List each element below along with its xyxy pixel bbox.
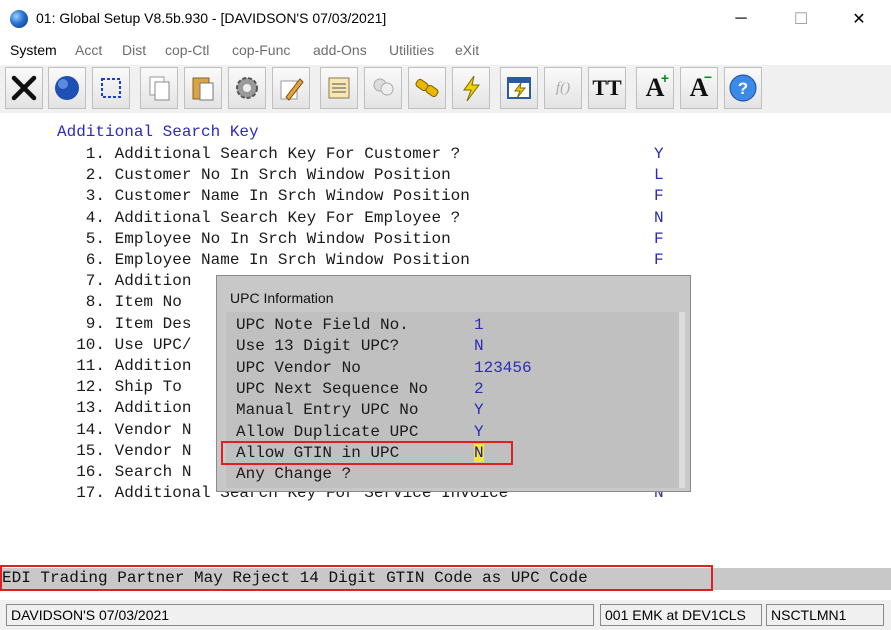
dialog-scrollbar[interactable] bbox=[679, 312, 685, 488]
window-title: 01: Global Setup V8.5b.930 - [DAVIDSON'S… bbox=[36, 10, 387, 26]
setting-line: 9. Item Des bbox=[57, 314, 192, 333]
maximize-button[interactable]: ☐ bbox=[778, 0, 824, 38]
close-x-icon[interactable] bbox=[5, 67, 43, 109]
menu-bar: System Acct Dist cop-Ctl cop-Func add-On… bbox=[0, 40, 891, 62]
setting-line: 16. Search N bbox=[57, 463, 192, 481]
minimize-button[interactable]: ─ bbox=[718, 0, 764, 38]
setting-value[interactable]: Y bbox=[654, 145, 664, 163]
setting-line: 2. Customer No In Srch Window Position bbox=[57, 166, 451, 185]
setting-line: 1. Additional Search Key For Customer ? bbox=[57, 145, 461, 163]
upc-field-value[interactable]: N bbox=[474, 337, 484, 355]
app-globe-icon[interactable] bbox=[10, 10, 28, 28]
upc-field-value[interactable]: Y bbox=[474, 401, 484, 419]
upc-field-value[interactable]: 2 bbox=[474, 380, 484, 398]
upc-field-label: UPC Vendor No bbox=[236, 358, 361, 377]
menu-dist[interactable]: Dist bbox=[122, 42, 146, 58]
setting-value[interactable]: F bbox=[654, 187, 664, 205]
status-company: DAVIDSON'S 07/03/2021 bbox=[6, 604, 594, 626]
toolbar: f() TT A + A − ? bbox=[0, 65, 891, 113]
setting-line: 6. Employee Name In Srch Window Position bbox=[57, 251, 470, 269]
plus-icon: + bbox=[660, 70, 669, 86]
setting-line: 8. Item No bbox=[57, 293, 182, 312]
menu-exit[interactable]: eXit bbox=[455, 42, 479, 58]
menu-utilities[interactable]: Utilities bbox=[389, 42, 434, 58]
notes-icon[interactable] bbox=[320, 67, 358, 109]
allow-gtin-highlight-box bbox=[221, 441, 513, 465]
status-user: 001 EMK at DEV1CLS bbox=[600, 604, 762, 626]
message-highlight-box bbox=[0, 565, 713, 591]
copy-icon[interactable] bbox=[140, 67, 178, 109]
title-bar: 01: Global Setup V8.5b.930 - [DAVIDSON'S… bbox=[0, 0, 891, 38]
upc-field-label: Any Change ? bbox=[236, 465, 352, 484]
upc-field-label: UPC Note Field No. bbox=[236, 316, 409, 334]
setting-value[interactable]: N bbox=[654, 209, 664, 227]
upc-field-value[interactable]: 123456 bbox=[474, 359, 532, 377]
svg-text:?: ? bbox=[738, 79, 748, 98]
menu-acct[interactable]: Acct bbox=[75, 42, 102, 58]
edit-pencil-icon[interactable] bbox=[272, 67, 310, 109]
calculator-icon[interactable] bbox=[500, 67, 538, 109]
setting-line: 4. Additional Search Key For Employee ? bbox=[57, 208, 461, 227]
group-icon[interactable] bbox=[364, 67, 402, 109]
setting-value[interactable]: F bbox=[654, 251, 664, 269]
globe-icon[interactable] bbox=[48, 67, 86, 109]
select-icon[interactable] bbox=[92, 67, 130, 109]
setting-line: 14. Vendor N bbox=[57, 420, 192, 439]
paste-icon[interactable] bbox=[184, 67, 222, 109]
text-case-label: TT bbox=[592, 75, 622, 100]
setting-line: 12. Ship To bbox=[57, 378, 182, 397]
font-decrease-icon[interactable]: A − bbox=[680, 67, 718, 109]
dialog-title: UPC Information bbox=[230, 290, 334, 306]
status-program: NSCTLMN1 bbox=[766, 604, 884, 626]
menu-system[interactable]: System bbox=[10, 42, 57, 58]
upc-field-label: UPC Next Sequence No bbox=[236, 379, 429, 398]
menu-cop-func[interactable]: cop-Func bbox=[232, 42, 290, 58]
setting-line: 3. Customer Name In Srch Window Position bbox=[57, 187, 470, 206]
status-bar: DAVIDSON'S 07/03/2021 001 EMK at DEV1CLS… bbox=[0, 600, 891, 630]
upc-field-value[interactable]: Y bbox=[474, 423, 484, 441]
text-case-icon[interactable]: TT bbox=[588, 67, 626, 109]
setting-line: 5. Employee No In Srch Window Position bbox=[57, 229, 451, 248]
minus-icon: − bbox=[703, 69, 712, 85]
help-icon[interactable]: ? bbox=[724, 67, 762, 109]
function-icon[interactable]: f() bbox=[544, 67, 582, 109]
upc-field-label: Allow Duplicate UPC bbox=[236, 422, 419, 441]
font-increase-icon[interactable]: A + bbox=[636, 67, 674, 109]
section-heading: Additional Search Key bbox=[57, 123, 259, 141]
close-button[interactable]: ✕ bbox=[836, 0, 882, 38]
setting-line: 13. Addition bbox=[57, 399, 192, 418]
link-icon[interactable] bbox=[408, 67, 446, 109]
upc-field-value[interactable]: 1 bbox=[474, 316, 484, 334]
setting-line: 15. Vendor N bbox=[57, 441, 192, 460]
upc-field-label: Manual Entry UPC No bbox=[236, 401, 419, 420]
setting-line: 7. Addition bbox=[57, 272, 192, 291]
upc-field-label: Use 13 Digit UPC? bbox=[236, 337, 400, 356]
menu-add-ons[interactable]: add-Ons bbox=[313, 42, 367, 58]
setting-value[interactable]: F bbox=[654, 230, 664, 248]
lightning-icon[interactable] bbox=[452, 67, 490, 109]
settings-gear-icon[interactable] bbox=[228, 67, 266, 109]
setting-line: 11. Addition bbox=[57, 357, 192, 375]
setting-value[interactable]: L bbox=[654, 166, 664, 184]
setting-line: 10. Use UPC/ bbox=[57, 335, 192, 354]
menu-cop-ctl[interactable]: cop-Ctl bbox=[165, 42, 209, 58]
